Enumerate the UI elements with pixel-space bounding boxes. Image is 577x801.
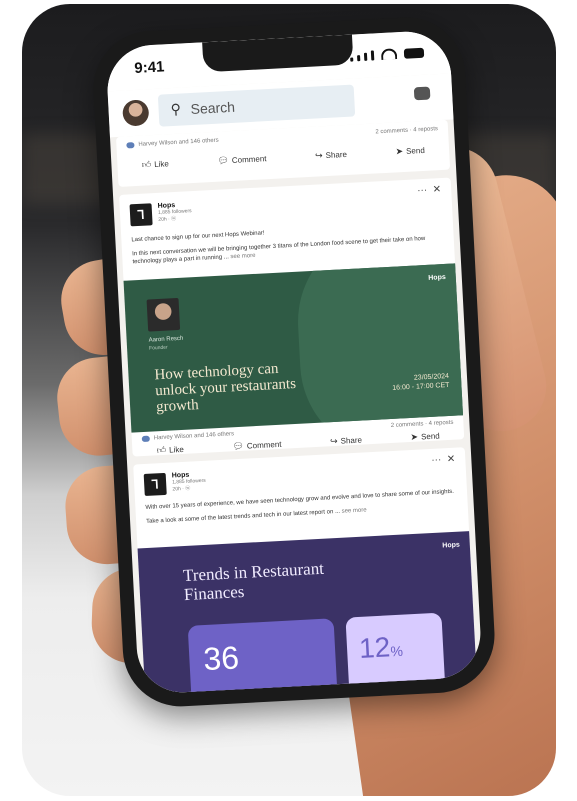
reaction-summary: Harvey Wilson and 146 others xyxy=(141,431,235,443)
post-card: ⅂ Hops 1,885 followers 20h · ⓦ ··· ✕ Las… xyxy=(119,177,465,457)
search-placeholder: Search xyxy=(190,98,236,118)
reaction-text: Harvey Wilson and 146 others xyxy=(138,137,219,148)
status-time: 9:41 xyxy=(133,58,165,77)
stat-value: 36 xyxy=(202,639,240,678)
share-button[interactable]: ↪ Share xyxy=(330,435,362,448)
close-icon[interactable]: ✕ xyxy=(433,184,442,195)
stat-tile: 12% xyxy=(345,612,448,695)
like-icon: 👍︎ xyxy=(156,444,167,456)
reaction-summary: Harvey Wilson and 146 others xyxy=(126,138,219,149)
share-button[interactable]: ↪ Share xyxy=(315,149,347,162)
status-icons xyxy=(350,47,425,62)
comment-button[interactable]: 💬︎ Comment xyxy=(232,439,282,453)
comment-button[interactable]: 💬︎ Comment xyxy=(217,153,267,167)
more-options-icon[interactable]: ··· xyxy=(431,454,442,466)
reaction-text: Harvey Wilson and 146 others xyxy=(153,431,235,442)
send-button[interactable]: ➤ Send xyxy=(395,145,425,158)
banner-datetime: 23/05/2024 16:00 - 17:00 CET xyxy=(392,372,450,392)
reaction-icon xyxy=(126,142,135,149)
signal-icon xyxy=(370,50,375,61)
like-icon: 👍︎ xyxy=(141,159,152,170)
like-button[interactable]: 👍︎ Like xyxy=(156,444,184,456)
share-icon: ↪ xyxy=(329,435,338,447)
send-icon: ➤ xyxy=(395,146,404,157)
banner-headline: How technology can unlock your restauran… xyxy=(154,360,297,416)
send-button[interactable]: ➤ Send xyxy=(410,430,440,443)
wifi-icon xyxy=(380,48,398,61)
search-icon: ⚲ xyxy=(170,100,182,118)
search-input[interactable]: ⚲ Search xyxy=(157,84,356,127)
avatar[interactable] xyxy=(122,99,150,127)
hops-logo-icon: ⅂ xyxy=(129,203,153,227)
signal-icon xyxy=(357,55,361,62)
feed: Harvey Wilson and 146 others 2 comments … xyxy=(110,119,483,695)
webinar-banner[interactable]: Hops Aaron Resch Founder How technology … xyxy=(123,263,464,433)
comment-icon: 💬︎ xyxy=(232,440,245,452)
comment-icon: 💬︎ xyxy=(217,155,230,166)
banner-brand: Hops xyxy=(442,541,460,550)
hops-logo-icon: ⅂ xyxy=(143,472,167,496)
post-author[interactable]: ⅂ Hops 1,885 followers 20h · ⓦ xyxy=(129,201,193,227)
stat-tile: 36 xyxy=(187,618,340,695)
banner-shape xyxy=(293,263,464,433)
like-button[interactable]: 👍︎ Like xyxy=(142,158,170,170)
engagement-counts: 2 comments · 4 reposts xyxy=(390,419,454,430)
speaker-role: Founder xyxy=(148,344,168,352)
smartphone: 9:41 ⚲ Search Harvey Wilson and 146 othe… xyxy=(90,14,498,710)
signal-icon xyxy=(350,57,354,62)
post-time: 20h · ⓦ xyxy=(172,485,191,493)
speaker-name: Aaron Resch xyxy=(148,335,184,344)
engagement-counts: 2 comments · 4 reposts xyxy=(375,126,439,136)
see-more-link[interactable]: see more xyxy=(230,253,255,260)
messages-icon[interactable] xyxy=(413,86,431,101)
phone-screen: 9:41 ⚲ Search Harvey Wilson and 146 othe… xyxy=(105,29,483,695)
post-time: 20h · ⓦ xyxy=(158,215,177,223)
banner-title: Trends in Restaurant Finances xyxy=(182,558,325,605)
speaker-photo xyxy=(146,297,181,332)
post-card: ⅂ Hops 1,885 followers 20h · ⓦ ··· ✕ Wit… xyxy=(133,447,479,695)
see-more-link[interactable]: see more xyxy=(342,507,367,514)
stat-value: 12% xyxy=(358,631,404,664)
reaction-icon xyxy=(141,435,150,443)
signal-icon xyxy=(363,52,368,61)
more-options-icon[interactable]: ··· xyxy=(417,185,428,197)
close-icon[interactable]: ✕ xyxy=(447,454,456,465)
post-actions: 👍︎ Like 💬︎ Comment ↪ Share ➤ Send xyxy=(117,144,449,172)
post-author[interactable]: ⅂ Hops 1,885 followers 20h · ⓦ xyxy=(143,471,207,496)
send-icon: ➤ xyxy=(410,431,419,442)
post-text: Last chance to sign up for our next Hops… xyxy=(131,230,426,266)
battery-icon xyxy=(403,47,425,59)
banner-brand: Hops xyxy=(428,273,446,282)
share-icon: ↪ xyxy=(314,150,323,161)
report-banner[interactable]: Hops Trends in Restaurant Finances 36 12… xyxy=(137,531,479,695)
